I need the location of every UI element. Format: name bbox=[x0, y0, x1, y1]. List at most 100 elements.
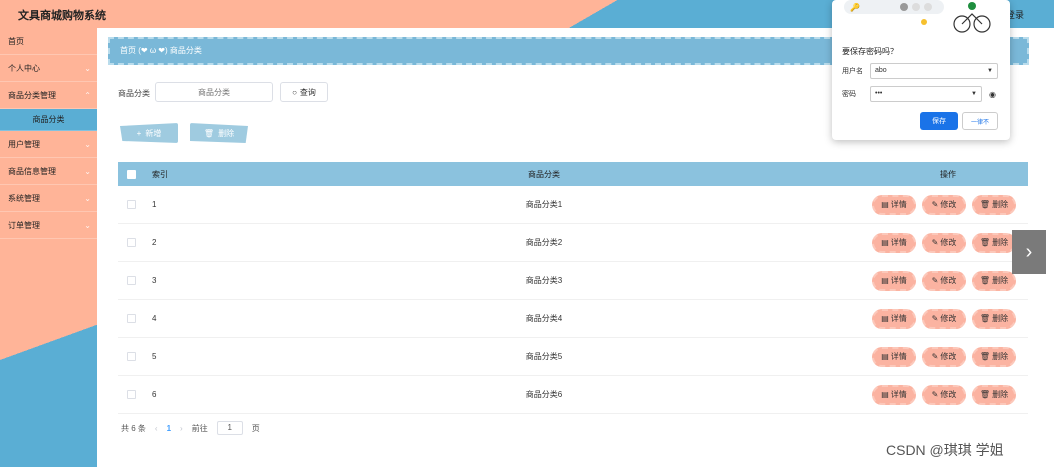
delete-button[interactable]: 🗑 删除 bbox=[972, 232, 1016, 253]
edit-icon: ✎ bbox=[931, 314, 939, 323]
sidebar-item-user-management[interactable]: 用户管理 ⌄ bbox=[0, 131, 97, 158]
document-icon: ▤ bbox=[881, 200, 889, 209]
search-input[interactable] bbox=[155, 82, 273, 102]
delete-button[interactable]: 🗑 删除 bbox=[972, 270, 1016, 291]
detail-button[interactable]: ▤ 详情 bbox=[872, 194, 916, 215]
delete-button[interactable]: 🗑 删除 bbox=[972, 384, 1016, 405]
row-checkbox[interactable] bbox=[126, 200, 136, 209]
password-field[interactable]: ••• ▼ bbox=[870, 86, 982, 102]
detail-label: 详情 bbox=[890, 390, 907, 399]
edit-button[interactable]: ✎ 修改 bbox=[922, 308, 966, 329]
detail-button[interactable]: ▤ 详情 bbox=[872, 270, 916, 291]
batch-delete-button[interactable]: 🗑 删除 bbox=[190, 123, 248, 143]
detail-button[interactable]: ▤ 详情 bbox=[872, 232, 916, 253]
chevron-down-icon: ⌄ bbox=[84, 167, 91, 176]
detail-label: 详情 bbox=[890, 314, 907, 323]
sidebar-item-product-management[interactable]: 商品信息管理 ⌄ bbox=[0, 158, 97, 185]
next-slide-button[interactable]: › bbox=[1012, 230, 1046, 274]
document-icon: ▤ bbox=[881, 390, 889, 399]
row-name: 商品分类3 bbox=[525, 276, 563, 285]
row-checkbox[interactable] bbox=[126, 238, 136, 247]
dropdown-icon: ▼ bbox=[987, 68, 993, 74]
search-button[interactable]: ○ 查询 bbox=[280, 82, 328, 102]
page-suffix: 页 bbox=[251, 423, 260, 433]
page-number[interactable]: 1 bbox=[167, 424, 171, 433]
delete-label: 删除 bbox=[992, 276, 1009, 285]
eye-icon[interactable]: ◉ bbox=[989, 90, 996, 99]
row-checkbox[interactable] bbox=[126, 390, 136, 399]
row-checkbox[interactable] bbox=[126, 352, 136, 361]
delete-label: 删除 bbox=[992, 314, 1009, 323]
detail-label: 详情 bbox=[890, 200, 907, 209]
table-row: 4 商品分类4 ▤ 详情 ✎ 修改 🗑 删除 bbox=[118, 300, 1028, 338]
edit-button[interactable]: ✎ 修改 bbox=[922, 270, 966, 291]
edit-label: 修改 bbox=[940, 200, 957, 209]
goto-page-input[interactable]: 1 bbox=[216, 421, 243, 435]
search-icon: ○ bbox=[292, 87, 297, 97]
document-icon: ▤ bbox=[881, 276, 889, 285]
username-field[interactable]: abo ▼ bbox=[870, 63, 998, 79]
detail-button[interactable]: ▤ 详情 bbox=[872, 384, 916, 405]
document-icon: ▤ bbox=[881, 352, 889, 361]
table-row: 3 商品分类3 ▤ 详情 ✎ 修改 🗑 删除 bbox=[118, 262, 1028, 300]
chevron-right-icon: › bbox=[1025, 240, 1033, 263]
delete-button[interactable]: 🗑 删除 bbox=[972, 194, 1016, 215]
sidebar-item-category-management[interactable]: 商品分类管理 ⌃ bbox=[0, 82, 97, 109]
delete-button-label: 删除 bbox=[218, 128, 235, 138]
row-checkbox[interactable] bbox=[126, 314, 136, 323]
edit-button[interactable]: ✎ 修改 bbox=[922, 232, 966, 253]
watermark: CSDN @琪琪 学姐 bbox=[886, 442, 1004, 458]
trash-icon: 🗑 bbox=[979, 352, 991, 361]
sidebar-subitem-category[interactable]: 商品分类 bbox=[0, 109, 97, 131]
sidebar-item-home[interactable]: 首页 bbox=[0, 28, 97, 55]
plus-icon: + bbox=[136, 128, 142, 138]
chevron-down-icon: ⌄ bbox=[84, 64, 91, 73]
add-button-label: 新增 bbox=[145, 128, 162, 138]
row-name: 商品分类6 bbox=[525, 390, 563, 399]
select-all-checkbox[interactable] bbox=[126, 169, 136, 179]
row-index: 5 bbox=[152, 352, 157, 361]
trash-icon: 🗑 bbox=[979, 390, 991, 399]
save-password-button[interactable]: 保存 bbox=[920, 112, 958, 130]
search-label: 商品分类 bbox=[118, 89, 150, 98]
detail-button[interactable]: ▤ 详情 bbox=[872, 346, 916, 367]
row-index: 1 bbox=[152, 200, 157, 209]
row-checkbox[interactable] bbox=[126, 276, 136, 285]
trash-icon: 🗑 bbox=[979, 314, 991, 323]
row-index: 2 bbox=[152, 238, 157, 247]
chevron-down-icon: ⌄ bbox=[84, 221, 91, 230]
category-table: 索引 商品分类 操作 1 商品分类1 ▤ 详情 ✎ 修改 🗑 删除 2 商品分类2 ▤… bbox=[118, 162, 1028, 414]
trash-icon: 🗑 bbox=[203, 128, 215, 138]
edit-icon: ✎ bbox=[931, 200, 939, 209]
row-index: 3 bbox=[152, 276, 157, 285]
sidebar-item-label: 首页 bbox=[8, 37, 24, 46]
row-name: 商品分类4 bbox=[525, 314, 563, 323]
delete-button[interactable]: 🗑 删除 bbox=[972, 308, 1016, 329]
edit-button[interactable]: ✎ 修改 bbox=[922, 346, 966, 367]
breadcrumb-home[interactable]: 首页 bbox=[120, 46, 136, 55]
edit-label: 修改 bbox=[940, 238, 957, 247]
row-name: 商品分类5 bbox=[525, 352, 563, 361]
next-page-icon[interactable]: › bbox=[180, 424, 183, 433]
detail-button[interactable]: ▤ 详情 bbox=[872, 308, 916, 329]
table-row: 1 商品分类1 ▤ 详情 ✎ 修改 🗑 删除 bbox=[118, 186, 1028, 224]
chevron-down-icon: ⌄ bbox=[84, 194, 91, 203]
sidebar-item-system-management[interactable]: 系统管理 ⌄ bbox=[0, 185, 97, 212]
document-icon: ▤ bbox=[881, 238, 889, 247]
sidebar-item-label: 订单管理 bbox=[8, 221, 40, 230]
sidebar-item-personal-center[interactable]: 个人中心 ⌄ bbox=[0, 55, 97, 82]
edit-button[interactable]: ✎ 修改 bbox=[922, 194, 966, 215]
delete-label: 删除 bbox=[992, 390, 1009, 399]
sidebar-item-label: 用户管理 bbox=[8, 140, 40, 149]
username-row: 用户名 abo ▼ bbox=[842, 63, 998, 79]
delete-button[interactable]: 🗑 删除 bbox=[972, 346, 1016, 367]
sidebar-item-label: 商品分类管理 bbox=[8, 91, 56, 100]
table-row: 5 商品分类5 ▤ 详情 ✎ 修改 🗑 删除 bbox=[118, 338, 1028, 376]
add-button[interactable]: + 新增 bbox=[120, 123, 178, 143]
edit-button[interactable]: ✎ 修改 bbox=[922, 384, 966, 405]
trash-icon: 🗑 bbox=[979, 200, 991, 209]
sidebar-item-label: 商品信息管理 bbox=[8, 167, 56, 176]
prev-page-icon[interactable]: ‹ bbox=[155, 424, 158, 433]
never-save-button[interactable]: 一律不 bbox=[962, 112, 998, 130]
sidebar-item-order-management[interactable]: 订单管理 ⌄ bbox=[0, 212, 97, 239]
